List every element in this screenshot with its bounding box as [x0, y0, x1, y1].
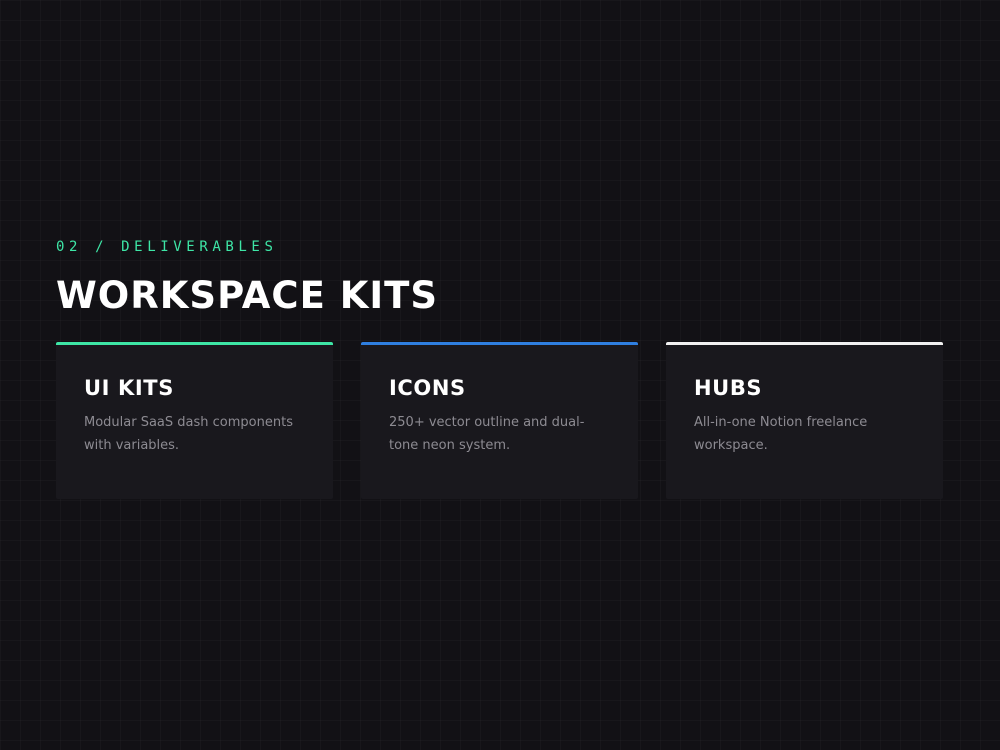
deliverables-section: 02 / DELIVERABLES WORKSPACE KITS UI KITS…: [56, 238, 944, 499]
card-title: ICONS: [389, 376, 466, 400]
kit-cards: UI KITS Modular SaaS dash components wit…: [56, 342, 944, 499]
section-title: WORKSPACE KITS: [56, 274, 439, 317]
card-hubs[interactable]: HUBS All-in-one Notion freelance workspa…: [666, 342, 943, 499]
card-icons[interactable]: ICONS 250+ vector outline and dual-tone …: [361, 342, 638, 499]
card-ui-kits[interactable]: UI KITS Modular SaaS dash components wit…: [56, 342, 333, 499]
page: { "section": { "eyebrow": "02 / DELIVERA…: [0, 0, 1000, 750]
section-eyebrow: 02 / DELIVERABLES: [56, 239, 278, 255]
card-description: All-in-one Notion freelance workspace.: [694, 415, 868, 453]
card-title: HUBS: [694, 376, 763, 400]
card-title: UI KITS: [84, 376, 174, 400]
card-description: 250+ vector outline and dual-tone neon s…: [389, 415, 585, 453]
card-description: Modular SaaS dash components with variab…: [84, 415, 293, 453]
